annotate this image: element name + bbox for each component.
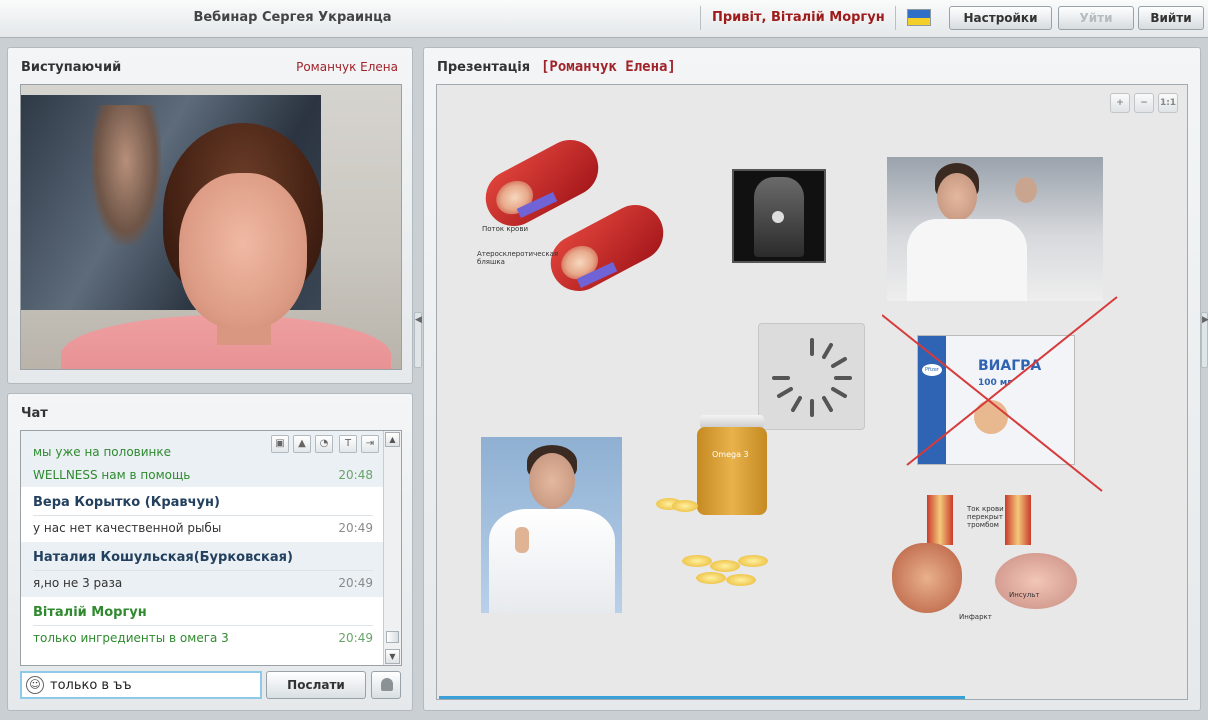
chevron-left-icon: ◀ — [415, 315, 422, 325]
chat-message-text: я,но не 3 раза — [33, 576, 123, 590]
speaker-panel: Виступаючий Романчук Елена — [7, 47, 413, 384]
slide-progress-bar — [439, 696, 965, 699]
divider — [700, 6, 701, 30]
zoom-actual-size-button[interactable]: 1:1 — [1158, 93, 1178, 113]
chat-message-time: 20:49 — [338, 631, 373, 645]
presentation-slide: + − 1:1 Поток крови Атеросклеротическая … — [436, 84, 1188, 700]
clock-icon[interactable]: ◔ — [315, 435, 333, 453]
thrombus-label: Ток крови перекрыт тромбом — [967, 505, 1004, 529]
presentation-speaker: [Романчук Елена] — [541, 59, 676, 75]
chat-message-text: только ингредиенты в омега 3 — [33, 631, 229, 645]
divider — [33, 570, 373, 571]
chat-message: Віталій Моргун только ингредиенты в омег… — [21, 597, 383, 665]
scrollbar-thumb[interactable] — [386, 631, 399, 643]
chat-message-time: 20:49 — [338, 576, 373, 590]
chat-message: Вера Корытко (Кравчун) у нас нет качеств… — [21, 487, 383, 542]
worried-man-photo — [887, 157, 1103, 301]
artery-illustration: Поток крови Атеросклеротическая бляшка — [475, 130, 677, 301]
stroke-label: Инсульт — [1009, 591, 1040, 599]
crossed-out-marker-icon — [882, 296, 1118, 492]
user-greeting: Привіт, Віталій Моргун — [712, 10, 885, 25]
send-button[interactable]: Послати — [266, 671, 366, 699]
plaque-label: Атеросклеротическая бляшка — [477, 250, 559, 266]
chat-message: Наталия Кошульская(Бурковская) я,но не 3… — [21, 542, 383, 597]
webinar-title: Вебинар Сергея Украинца — [193, 10, 392, 25]
speaker-video — [20, 84, 402, 370]
leave-button[interactable]: Уйти — [1058, 6, 1134, 30]
scroll-up-icon[interactable]: ▲ — [385, 432, 400, 447]
exit-button[interactable]: Вийти — [1138, 6, 1204, 30]
divider — [33, 625, 373, 626]
presentation-title: Презентація — [437, 60, 531, 75]
chat-author: Віталій Моргун — [33, 605, 147, 620]
presentation-panel: Презентація [Романчук Елена] + − 1:1 Пот… — [423, 47, 1201, 711]
zoom-in-icon[interactable]: + — [1110, 93, 1130, 113]
chat-panel-title: Чат — [21, 406, 48, 421]
video-person-face — [179, 173, 307, 329]
speaker-name: Романчук Елена — [296, 60, 398, 74]
chat-author: Вера Корытко (Кравчун) — [33, 495, 220, 510]
chat-message-text: у нас нет качественной рыбы — [33, 521, 222, 535]
text-size-icon[interactable]: T — [339, 435, 357, 453]
speaker-panel-title: Виступаючий — [21, 60, 122, 75]
smiley-icon[interactable]: ☺ — [26, 676, 44, 694]
infarct-label: Инфаркт — [959, 613, 992, 621]
export-icon[interactable]: ⇥ — [361, 435, 379, 453]
chat-message-text: WELLNESS нам в помощь — [33, 468, 191, 482]
omega-label: Omega 3 — [712, 450, 749, 459]
image-icon[interactable]: ▣ — [271, 435, 289, 453]
omega-3-jar-image: Omega 3 — [652, 410, 792, 590]
heart-brain-illustration: Ток крови перекрыт тромбом Инфаркт Инсул… — [887, 495, 1087, 625]
bell-icon — [381, 678, 393, 691]
chat-input[interactable] — [20, 671, 262, 699]
chevron-right-icon: ▶ — [1202, 315, 1208, 325]
notification-button[interactable] — [371, 671, 401, 699]
top-bar: Вебинар Сергея Украинца Привіт, Віталій … — [0, 0, 1208, 38]
zoom-out-icon[interactable]: − — [1134, 93, 1154, 113]
settings-button[interactable]: Настройки — [949, 6, 1052, 30]
figure-photo — [732, 169, 826, 263]
divider — [895, 6, 896, 30]
scroll-down-icon[interactable]: ▼ — [385, 649, 400, 664]
chat-messages[interactable]: мы уже на половинке WELLNESS нам в помощ… — [20, 430, 402, 666]
ukraine-flag-icon[interactable] — [907, 9, 931, 26]
smiling-man-photo — [481, 437, 622, 613]
chat-message-time: 20:48 — [338, 468, 373, 482]
collapse-right-handle[interactable]: ▶ — [1201, 312, 1208, 368]
chat-panel: Чат мы уже на половинке WELLNESS нам в п… — [7, 393, 413, 711]
collapse-left-handle[interactable]: ◀ — [414, 312, 422, 368]
blood-flow-label: Поток крови — [482, 225, 528, 233]
chat-scrollbar[interactable]: ▲ ▼ — [383, 431, 401, 665]
divider — [33, 515, 373, 516]
warning-icon[interactable]: ▲ — [293, 435, 311, 453]
chat-message-text: мы уже на половинке — [33, 445, 172, 459]
chat-author: Наталия Кошульская(Бурковская) — [33, 550, 293, 565]
chat-message-time: 20:49 — [338, 521, 373, 535]
